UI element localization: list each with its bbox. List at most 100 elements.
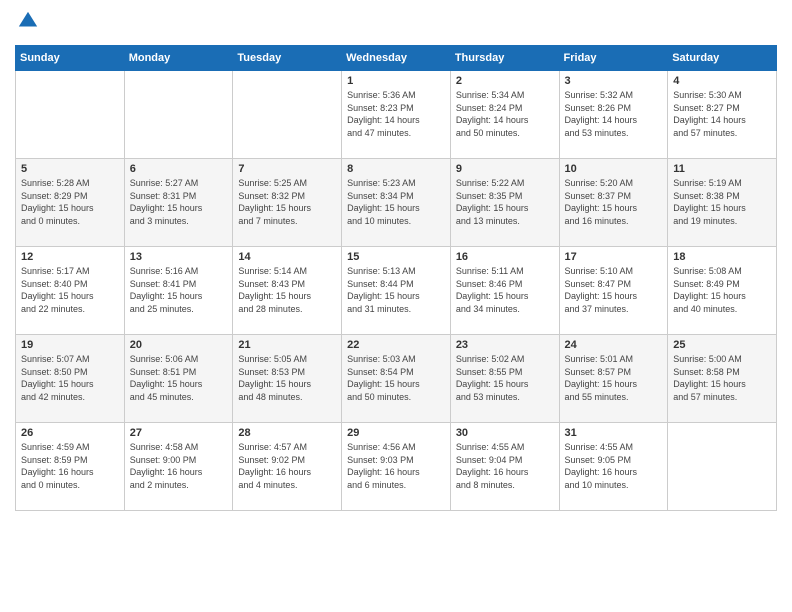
header-row: SundayMondayTuesdayWednesdayThursdayFrid… (16, 46, 777, 71)
col-header-wednesday: Wednesday (342, 46, 451, 71)
cell-content: Sunrise: 5:17 AM Sunset: 8:40 PM Dayligh… (21, 265, 119, 315)
col-header-sunday: Sunday (16, 46, 125, 71)
day-number: 6 (130, 163, 228, 175)
cell-content: Sunrise: 5:19 AM Sunset: 8:38 PM Dayligh… (673, 177, 771, 227)
calendar-cell (124, 71, 233, 159)
calendar-cell: 29 Sunrise: 4:56 AM Sunset: 9:03 PM Dayli… (342, 423, 451, 511)
calendar-cell: 2 Sunrise: 5:34 AM Sunset: 8:24 PM Daylig… (450, 71, 559, 159)
day-number: 28 (238, 427, 336, 439)
calendar-cell: 28 Sunrise: 4:57 AM Sunset: 9:02 PM Dayli… (233, 423, 342, 511)
col-header-monday: Monday (124, 46, 233, 71)
cell-content: Sunrise: 5:07 AM Sunset: 8:50 PM Dayligh… (21, 353, 119, 403)
calendar-cell: 30Sunrise: 4:55 AM Sunset: 9:04 PM Dayli… (450, 423, 559, 511)
day-number: 11 (673, 163, 771, 175)
cell-content: Sunrise: 5:30 AM Sunset: 8:27 PM Dayligh… (673, 89, 771, 139)
day-number: 24 (565, 339, 663, 351)
calendar-cell: 22Sunrise: 5:03 AM Sunset: 8:54 PM Dayli… (342, 335, 451, 423)
calendar-cell: 14 Sunrise: 5:14 AM Sunset: 8:43 PM Dayli… (233, 247, 342, 335)
calendar-cell: 9 Sunrise: 5:22 AM Sunset: 8:35 PM Daylig… (450, 159, 559, 247)
day-number: 21 (238, 339, 336, 351)
calendar-cell: 3Sunrise: 5:32 AM Sunset: 8:26 PM Daylig… (559, 71, 668, 159)
calendar-cell: 7 Sunrise: 5:25 AM Sunset: 8:32 PM Daylig… (233, 159, 342, 247)
calendar-cell: 19 Sunrise: 5:07 AM Sunset: 8:50 PM Dayli… (16, 335, 125, 423)
col-header-saturday: Saturday (668, 46, 777, 71)
day-number: 4 (673, 75, 771, 87)
day-number: 15 (347, 251, 445, 263)
calendar-cell: 23Sunrise: 5:02 AM Sunset: 8:55 PM Dayli… (450, 335, 559, 423)
calendar-cell: 12Sunrise: 5:17 AM Sunset: 8:40 PM Dayli… (16, 247, 125, 335)
cell-content: Sunrise: 5:13 AM Sunset: 8:44 PM Dayligh… (347, 265, 445, 315)
calendar-cell (16, 71, 125, 159)
day-number: 2 (456, 75, 554, 87)
logo-icon (17, 10, 39, 32)
day-number: 9 (456, 163, 554, 175)
day-number: 30 (456, 427, 554, 439)
cell-content: Sunrise: 5:16 AM Sunset: 8:41 PM Dayligh… (130, 265, 228, 315)
cell-content: Sunrise: 5:36 AM Sunset: 8:23 PM Dayligh… (347, 89, 445, 139)
cell-content: Sunrise: 5:14 AM Sunset: 8:43 PM Dayligh… (238, 265, 336, 315)
calendar-cell: 21 Sunrise: 5:05 AM Sunset: 8:53 PM Dayli… (233, 335, 342, 423)
week-row-1: 1Sunrise: 5:36 AM Sunset: 8:23 PM Daylig… (16, 71, 777, 159)
week-row-2: 5 Sunrise: 5:28 AM Sunset: 8:29 PM Daylig… (16, 159, 777, 247)
cell-content: Sunrise: 5:11 AM Sunset: 8:46 PM Dayligh… (456, 265, 554, 315)
cell-content: Sunrise: 5:03 AM Sunset: 8:54 PM Dayligh… (347, 353, 445, 403)
day-number: 19 (21, 339, 119, 351)
cell-content: Sunrise: 5:10 AM Sunset: 8:47 PM Dayligh… (565, 265, 663, 315)
calendar-cell: 18Sunrise: 5:08 AM Sunset: 8:49 PM Dayli… (668, 247, 777, 335)
week-row-3: 12Sunrise: 5:17 AM Sunset: 8:40 PM Dayli… (16, 247, 777, 335)
cell-content: Sunrise: 4:58 AM Sunset: 9:00 PM Dayligh… (130, 441, 228, 491)
day-number: 13 (130, 251, 228, 263)
cell-content: Sunrise: 5:06 AM Sunset: 8:51 PM Dayligh… (130, 353, 228, 403)
cell-content: Sunrise: 5:27 AM Sunset: 8:31 PM Dayligh… (130, 177, 228, 227)
day-number: 14 (238, 251, 336, 263)
cell-content: Sunrise: 5:23 AM Sunset: 8:34 PM Dayligh… (347, 177, 445, 227)
calendar-cell: 10 Sunrise: 5:20 AM Sunset: 8:37 PM Dayli… (559, 159, 668, 247)
day-number: 5 (21, 163, 119, 175)
day-number: 23 (456, 339, 554, 351)
cell-content: Sunrise: 5:05 AM Sunset: 8:53 PM Dayligh… (238, 353, 336, 403)
calendar-cell: 1Sunrise: 5:36 AM Sunset: 8:23 PM Daylig… (342, 71, 451, 159)
cell-content: Sunrise: 4:56 AM Sunset: 9:03 PM Dayligh… (347, 441, 445, 491)
calendar-cell: 15 Sunrise: 5:13 AM Sunset: 8:44 PM Dayli… (342, 247, 451, 335)
day-number: 26 (21, 427, 119, 439)
calendar-cell: 26 Sunrise: 4:59 AM Sunset: 8:59 PM Dayli… (16, 423, 125, 511)
day-number: 25 (673, 339, 771, 351)
calendar-table: SundayMondayTuesdayWednesdayThursdayFrid… (15, 45, 777, 511)
day-number: 7 (238, 163, 336, 175)
day-number: 20 (130, 339, 228, 351)
day-number: 10 (565, 163, 663, 175)
cell-content: Sunrise: 5:00 AM Sunset: 8:58 PM Dayligh… (673, 353, 771, 403)
calendar-cell: 4 Sunrise: 5:30 AM Sunset: 8:27 PM Daylig… (668, 71, 777, 159)
logo (15, 10, 39, 37)
cell-content: Sunrise: 5:20 AM Sunset: 8:37 PM Dayligh… (565, 177, 663, 227)
day-number: 3 (565, 75, 663, 87)
day-number: 18 (673, 251, 771, 263)
cell-content: Sunrise: 5:28 AM Sunset: 8:29 PM Dayligh… (21, 177, 119, 227)
day-number: 29 (347, 427, 445, 439)
calendar-cell: 20 Sunrise: 5:06 AM Sunset: 8:51 PM Dayli… (124, 335, 233, 423)
cell-content: Sunrise: 4:55 AM Sunset: 9:05 PM Dayligh… (565, 441, 663, 491)
calendar-cell: 8 Sunrise: 5:23 AM Sunset: 8:34 PM Daylig… (342, 159, 451, 247)
page-header (15, 10, 777, 37)
calendar-cell: 24 Sunrise: 5:01 AM Sunset: 8:57 PM Dayli… (559, 335, 668, 423)
cell-content: Sunrise: 5:34 AM Sunset: 8:24 PM Dayligh… (456, 89, 554, 139)
calendar-cell: 25 Sunrise: 5:00 AM Sunset: 8:58 PM Dayli… (668, 335, 777, 423)
calendar-cell: 13 Sunrise: 5:16 AM Sunset: 8:41 PM Dayli… (124, 247, 233, 335)
calendar-cell (668, 423, 777, 511)
week-row-4: 19 Sunrise: 5:07 AM Sunset: 8:50 PM Dayli… (16, 335, 777, 423)
col-header-thursday: Thursday (450, 46, 559, 71)
day-number: 16 (456, 251, 554, 263)
calendar-cell: 5 Sunrise: 5:28 AM Sunset: 8:29 PM Daylig… (16, 159, 125, 247)
calendar-cell (233, 71, 342, 159)
cell-content: Sunrise: 5:22 AM Sunset: 8:35 PM Dayligh… (456, 177, 554, 227)
day-number: 31 (565, 427, 663, 439)
cell-content: Sunrise: 4:57 AM Sunset: 9:02 PM Dayligh… (238, 441, 336, 491)
calendar-cell: 6 Sunrise: 5:27 AM Sunset: 8:31 PM Daylig… (124, 159, 233, 247)
cell-content: Sunrise: 4:59 AM Sunset: 8:59 PM Dayligh… (21, 441, 119, 491)
cell-content: Sunrise: 5:01 AM Sunset: 8:57 PM Dayligh… (565, 353, 663, 403)
cell-content: Sunrise: 5:25 AM Sunset: 8:32 PM Dayligh… (238, 177, 336, 227)
col-header-friday: Friday (559, 46, 668, 71)
calendar-cell: 17Sunrise: 5:10 AM Sunset: 8:47 PM Dayli… (559, 247, 668, 335)
day-number: 8 (347, 163, 445, 175)
day-number: 27 (130, 427, 228, 439)
